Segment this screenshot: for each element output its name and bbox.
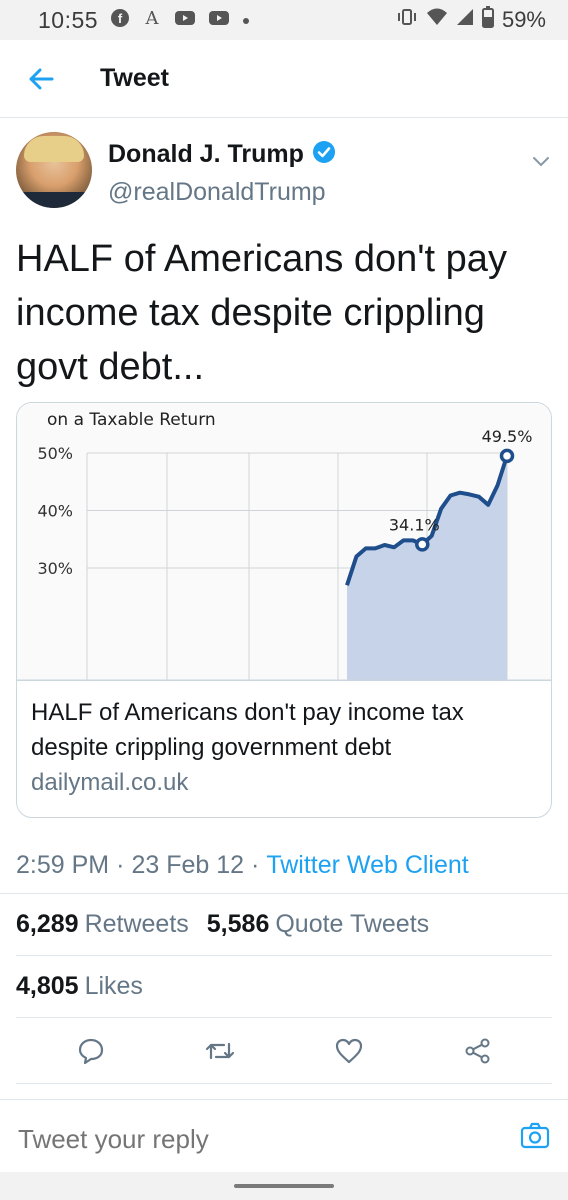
chart-data-label: 49.5% (482, 427, 533, 446)
youtube-icon (174, 9, 196, 32)
card-chart-image: on a Taxable Return 50% 40% 30% 34.1% 49.5% (17, 403, 551, 681)
tweet-text: HALF of Americans don't pay income tax d… (16, 238, 507, 388)
tweet-client-link[interactable]: Twitter Web Client (266, 851, 468, 880)
likes-stats: 4,805 Likes (16, 956, 552, 1018)
vibrate-icon (396, 7, 418, 33)
area-chart: on a Taxable Return 50% 40% 30% 34.1% 49.5% (17, 403, 551, 681)
divider (0, 1084, 568, 1100)
retweets-label[interactable]: Retweets (85, 910, 189, 939)
home-handle[interactable] (234, 1184, 334, 1188)
card-domain: dailymail.co.uk (31, 769, 189, 796)
share-icon (465, 1038, 489, 1063)
system-nav-bar (0, 1172, 568, 1200)
link-card[interactable]: on a Taxable Return 50% 40% 30% 34.1% 49.5%… (16, 402, 552, 818)
battery-percent: 59% (501, 7, 546, 32)
retweet-button[interactable] (200, 1031, 240, 1071)
status-bar: 10:55 f A 59% (0, 0, 568, 40)
facebook-icon: f (110, 8, 130, 33)
chart-y-tick-label: 40% (37, 502, 73, 521)
chart-data-point (499, 448, 515, 464)
back-button[interactable] (26, 64, 56, 94)
more-options-button[interactable] (532, 154, 550, 172)
chart-data-label: 34.1% (389, 515, 440, 534)
chart-y-tick-label: 30% (37, 559, 73, 578)
reply-button[interactable] (71, 1031, 111, 1071)
share-button[interactable] (458, 1031, 498, 1071)
tweet-author: Donald J. Trump @realDonaldTrump (0, 118, 568, 228)
reply-bar (0, 1100, 568, 1178)
app-header: Tweet (0, 40, 568, 118)
author-name[interactable]: Donald J. Trump (108, 140, 304, 169)
tweet-date: 23 Feb 12 (131, 851, 245, 879)
tweet-meta: 2:59 PM · 23 Feb 12 · Twitter Web Client (0, 838, 568, 894)
quote-tweets-label[interactable]: Quote Tweets (275, 910, 429, 939)
avatar[interactable] (16, 132, 92, 208)
svg-text:A: A (145, 8, 160, 28)
tweet-actions (16, 1018, 552, 1084)
camera-button[interactable] (520, 1122, 550, 1155)
arrow-left-icon (29, 68, 54, 89)
chart-y-tick-label: 50% (37, 444, 73, 463)
dot-icon (242, 10, 250, 30)
tweet-time: 2:59 PM (16, 851, 110, 879)
chart-data-point (415, 537, 430, 552)
camera-icon (520, 1122, 550, 1149)
like-count[interactable]: 4,805 (16, 972, 79, 1001)
quote-tweet-count[interactable]: 5,586 (207, 910, 270, 939)
comment-icon (78, 1038, 103, 1064)
reply-input[interactable] (18, 1123, 478, 1155)
like-button[interactable] (329, 1031, 369, 1071)
retweet-icon (205, 1042, 234, 1059)
youtube-icon (208, 9, 230, 32)
heart-icon (335, 1038, 362, 1063)
page-title: Tweet (100, 64, 169, 92)
card-title: HALF of Americans don't pay income tax d… (31, 699, 464, 761)
wifi-icon (426, 7, 448, 33)
author-handle[interactable]: @realDonaldTrump (108, 178, 326, 207)
chart-title: on a Taxable Return (47, 410, 216, 430)
engagement-stats: 6,289 Retweets 5,586 Quote Tweets (16, 894, 552, 956)
status-time: 10:55 (38, 6, 99, 33)
svg-text:f: f (118, 11, 123, 26)
font-icon: A (142, 8, 162, 33)
likes-label[interactable]: Likes (85, 972, 143, 1001)
signal-icon (456, 7, 474, 33)
verified-badge-icon (312, 140, 336, 169)
chevron-down-icon (533, 157, 549, 167)
battery-icon (481, 6, 494, 34)
retweet-count[interactable]: 6,289 (16, 910, 79, 939)
